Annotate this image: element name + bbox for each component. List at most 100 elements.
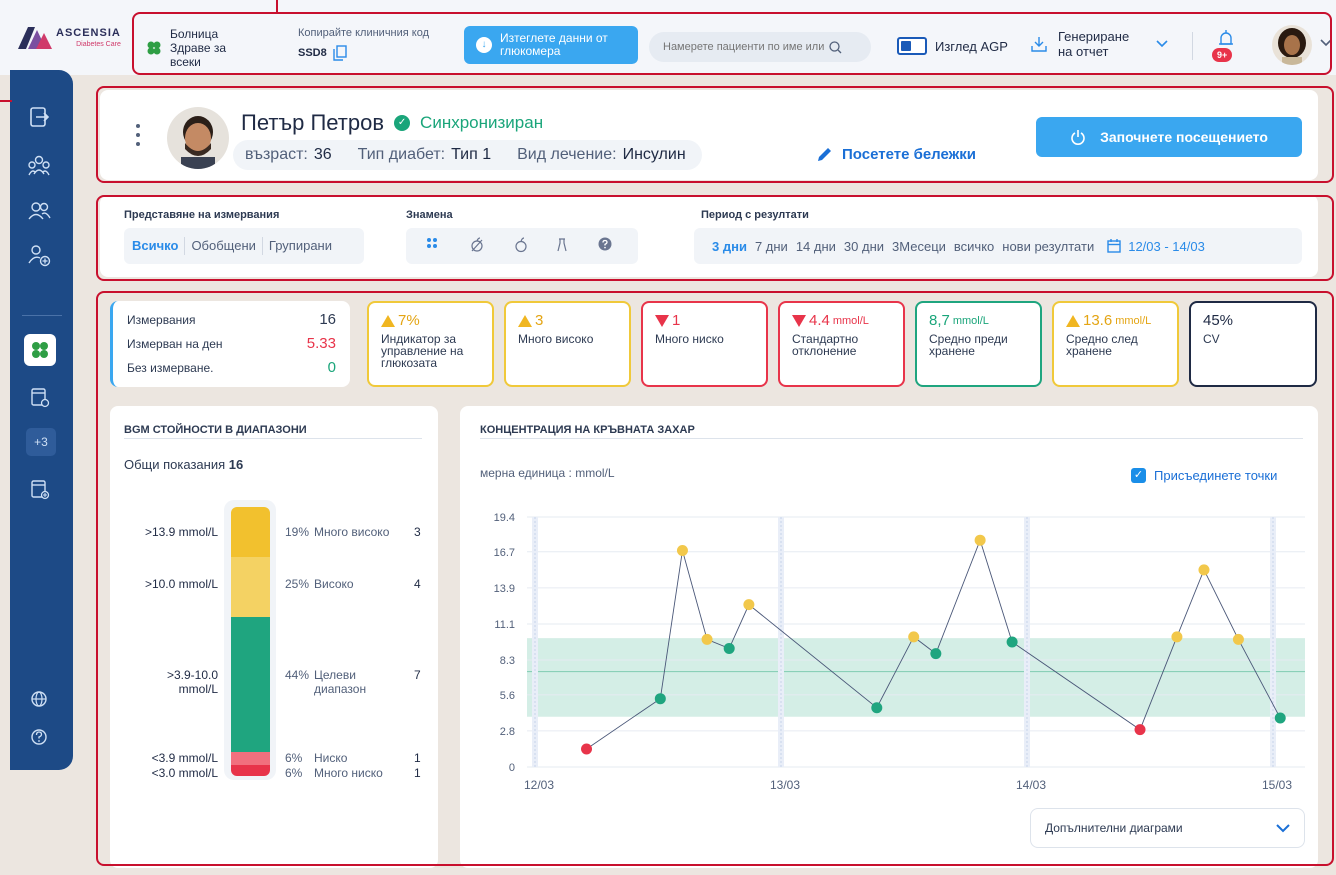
- ascensia-logo-icon: [18, 27, 52, 49]
- logout-icon[interactable]: [24, 102, 54, 132]
- glucose-point: [723, 642, 735, 654]
- logo-brand: ASCENSIA: [56, 27, 121, 39]
- join-points-checkbox[interactable]: ✓ Присъединете точки: [1131, 468, 1277, 483]
- period-3-months[interactable]: 3Месеци: [892, 239, 946, 254]
- chevron-down-icon: [1276, 823, 1290, 832]
- report-label: Генериране на отчет: [1058, 29, 1130, 59]
- x-tick-label: 12/03: [524, 778, 554, 792]
- range-bar-low: [231, 752, 270, 765]
- more-options-icon[interactable]: [135, 124, 141, 151]
- gmi-value: 7%: [398, 312, 420, 329]
- annotation-pointer-sidebar: [0, 100, 12, 102]
- range-count-low: 1: [414, 751, 421, 765]
- activity-icon[interactable]: [556, 237, 568, 253]
- patient-avatar-image: [167, 107, 229, 169]
- question-flag-icon[interactable]: [598, 237, 612, 251]
- download-icon: ↓: [476, 37, 492, 53]
- calendar-settings-icon[interactable]: [24, 382, 54, 412]
- age-value: 36: [313, 146, 332, 163]
- flags-filter-title: Знамена: [406, 209, 453, 221]
- very-low-label: Много ниско: [655, 332, 724, 346]
- cv-card: 45% CV: [1189, 301, 1317, 387]
- view-option-grouped[interactable]: Групирани: [263, 237, 338, 255]
- visit-notes-link[interactable]: Посетете бележки: [816, 145, 976, 163]
- sync-status: Синхронизиран: [420, 113, 544, 132]
- period-filter: 3 дни 7 дни 14 дни 30 дни 3Месеци всичко…: [694, 228, 1302, 264]
- period-14-days[interactable]: 14 дни: [796, 239, 836, 254]
- range-bar-high: [231, 557, 270, 617]
- hospital-selector[interactable]: Болница Здраве за всеки: [146, 27, 260, 69]
- toggle-switch[interactable]: [897, 37, 927, 55]
- glucose-point: [871, 702, 883, 714]
- logo-tagline: Diabetes Care: [76, 41, 121, 48]
- y-tick-label: 13.9: [494, 583, 515, 595]
- visit-notes-label: Посетете бележки: [842, 145, 977, 163]
- account-chevron-icon[interactable]: [1320, 39, 1332, 47]
- more-charts-dropdown[interactable]: Допълнителни диаграми: [1030, 808, 1305, 848]
- help-icon[interactable]: [24, 722, 54, 752]
- post-meal-unit: mmol/L: [1115, 314, 1152, 327]
- checkbox-checked-icon[interactable]: ✓: [1131, 468, 1146, 483]
- gmi-label: Индикатор за управление на глюкозата: [381, 332, 464, 370]
- period-new-results[interactable]: нови резултати: [1002, 239, 1094, 254]
- copy-icon[interactable]: [333, 45, 347, 61]
- view-option-summary[interactable]: Обобщени: [185, 237, 263, 255]
- start-visit-button[interactable]: Започнете посещението: [1036, 117, 1302, 157]
- calendar-add-icon[interactable]: [24, 474, 54, 504]
- user-avatar[interactable]: [1272, 25, 1312, 65]
- no-meal-icon[interactable]: [470, 237, 484, 253]
- period-7-days[interactable]: 7 дни: [755, 239, 788, 254]
- warning-icon: [1066, 314, 1080, 327]
- agp-view-toggle[interactable]: Изглед AGP: [897, 37, 1008, 55]
- very-high-value: 3: [535, 312, 544, 329]
- ascensia-logo[interactable]: ASCENSIA Diabetes Care: [18, 27, 121, 49]
- glucose-point: [743, 599, 755, 611]
- range-bar-very-high: [231, 507, 270, 557]
- range-count-very-high: 3: [414, 525, 421, 539]
- period-3-days[interactable]: 3 дни: [712, 239, 747, 254]
- notifications-button[interactable]: 9+: [1212, 28, 1240, 64]
- start-visit-label: Започнете посещението: [1100, 129, 1268, 145]
- range-count-high: 4: [414, 577, 421, 591]
- post-meal-label: Средно след хранене: [1066, 332, 1138, 358]
- range-pct-target: 44%: [285, 668, 310, 682]
- notification-badge: 9+: [1212, 48, 1233, 62]
- clover-icon: [147, 41, 161, 55]
- period-all[interactable]: всичко: [954, 239, 994, 254]
- very-low-card: 1 Много ниско: [641, 301, 768, 387]
- sidebar-divider: [22, 315, 62, 316]
- sd-unit: mmol/L: [832, 314, 869, 327]
- add-user-icon[interactable]: [24, 240, 54, 270]
- search-input[interactable]: [663, 41, 829, 53]
- diabetes-type-value: Тип 1: [451, 146, 492, 163]
- very-high-card: 3 Много високо: [504, 301, 631, 387]
- warning-icon: [518, 314, 532, 327]
- groups-icon[interactable]: [24, 150, 54, 180]
- no-measurement-label: Без измерване.: [127, 360, 214, 375]
- flags-filter: [406, 228, 638, 264]
- date-range-picker[interactable]: 12/03 - 14/03: [1106, 238, 1205, 254]
- download-meter-data-button[interactable]: ↓ Изтеглете данни от глюкомера: [464, 26, 638, 64]
- search-icon[interactable]: [829, 40, 842, 54]
- glucose-plot: 0 2.8 5.6 8.3 11.1 13.9 16.7 19.4 12/03 13/03 14/0…: [494, 512, 1305, 792]
- bgm-title: BGM СТОЙНОСТИ В ДИАПАЗОНИ: [124, 424, 307, 436]
- all-flags-icon[interactable]: [426, 237, 438, 249]
- chart-title-divider: [480, 438, 1303, 439]
- globe-icon[interactable]: [24, 684, 54, 714]
- range-pct-very-high: 19%: [285, 525, 310, 539]
- generate-report-dropdown[interactable]: Генериране на отчет: [1030, 29, 1168, 59]
- users-icon[interactable]: [24, 196, 54, 226]
- view-option-all[interactable]: Всичко: [126, 237, 186, 255]
- range-name-target: Целеви диапазон: [314, 668, 367, 696]
- target-range-band: [527, 638, 1305, 717]
- apple-icon[interactable]: [514, 237, 528, 253]
- pre-meal-value: 8,7: [929, 312, 950, 329]
- range-pct-high: 25%: [285, 577, 310, 591]
- glucose-point: [701, 633, 713, 645]
- warning-icon: [381, 314, 395, 327]
- sidebar-item-clinic[interactable]: [24, 334, 56, 366]
- user-avatar-image: [1272, 25, 1312, 65]
- x-tick-label: 14/03: [1016, 778, 1046, 792]
- period-30-days[interactable]: 30 дни: [844, 239, 884, 254]
- sidebar-more-button[interactable]: +3: [26, 428, 56, 456]
